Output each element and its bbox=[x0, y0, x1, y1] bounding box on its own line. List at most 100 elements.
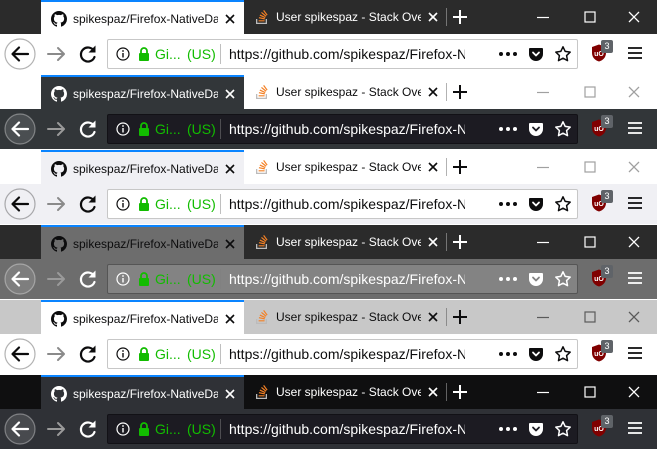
back-button[interactable] bbox=[4, 188, 36, 220]
page-actions-icon[interactable] bbox=[497, 422, 519, 436]
bookmark-star-icon[interactable] bbox=[554, 270, 572, 288]
new-tab-plus-icon[interactable] bbox=[451, 8, 469, 26]
forward-button[interactable] bbox=[42, 414, 72, 444]
pocket-icon[interactable] bbox=[528, 46, 544, 62]
info-icon[interactable] bbox=[116, 122, 130, 136]
new-tab-plus-icon[interactable] bbox=[451, 233, 469, 251]
ublock-extension-button[interactable]: uO 3 bbox=[591, 115, 617, 141]
hamburger-menu-icon[interactable] bbox=[627, 420, 643, 436]
tab-github[interactable]: spikespaz/Firefox-NativeDark bbox=[41, 150, 244, 184]
info-icon[interactable] bbox=[116, 197, 130, 211]
new-tab-plus-icon[interactable] bbox=[451, 308, 469, 326]
minimize-icon[interactable] bbox=[536, 310, 550, 324]
tab-github[interactable]: spikespaz/Firefox-NativeDark bbox=[41, 300, 244, 334]
minimize-icon[interactable] bbox=[536, 85, 550, 99]
tab-stackoverflow[interactable]: User spikespaz - Stack Overflow bbox=[244, 0, 447, 34]
url-bar[interactable]: Gi... (US) https://github.com/spikespaz/… bbox=[107, 39, 578, 69]
page-actions-icon[interactable] bbox=[497, 122, 519, 136]
info-icon[interactable] bbox=[116, 422, 130, 436]
url-bar[interactable]: Gi... (US) https://github.com/spikespaz/… bbox=[107, 414, 578, 444]
maximize-icon[interactable] bbox=[583, 385, 597, 399]
close-icon[interactable] bbox=[222, 311, 238, 327]
new-tab-plus-icon[interactable] bbox=[451, 383, 469, 401]
site-country-label[interactable]: (US) bbox=[187, 196, 216, 212]
page-actions-icon[interactable] bbox=[497, 197, 519, 211]
forward-button[interactable] bbox=[42, 39, 72, 69]
site-identity-label[interactable]: Gi... bbox=[155, 121, 181, 137]
site-country-label[interactable]: (US) bbox=[187, 421, 216, 437]
tab-github[interactable]: spikespaz/Firefox-NativeDark bbox=[41, 225, 244, 259]
hamburger-menu-icon[interactable] bbox=[627, 120, 643, 136]
maximize-icon[interactable] bbox=[583, 85, 597, 99]
url-text[interactable]: https://github.com/spikespaz/Firefox-Nat… bbox=[229, 46, 465, 62]
bookmark-star-icon[interactable] bbox=[554, 45, 572, 63]
lock-icon[interactable] bbox=[138, 196, 150, 212]
new-tab-plus-icon[interactable] bbox=[451, 158, 469, 176]
url-text[interactable]: https://github.com/spikespaz/Firefox-Nat… bbox=[229, 421, 465, 437]
back-button[interactable] bbox=[4, 413, 36, 445]
close-icon[interactable] bbox=[222, 86, 238, 102]
site-country-label[interactable]: (US) bbox=[187, 46, 216, 62]
bookmark-star-icon[interactable] bbox=[554, 195, 572, 213]
tab-github[interactable]: spikespaz/Firefox-NativeDark bbox=[41, 75, 244, 109]
maximize-icon[interactable] bbox=[583, 235, 597, 249]
site-identity-label[interactable]: Gi... bbox=[155, 421, 181, 437]
site-identity-label[interactable]: Gi... bbox=[155, 196, 181, 212]
forward-button[interactable] bbox=[42, 189, 72, 219]
url-text[interactable]: https://github.com/spikespaz/Firefox-Nat… bbox=[229, 271, 465, 287]
info-icon[interactable] bbox=[116, 47, 130, 61]
close-icon[interactable] bbox=[425, 384, 441, 400]
reload-button[interactable] bbox=[73, 414, 103, 444]
lock-icon[interactable] bbox=[138, 421, 150, 437]
close-icon[interactable] bbox=[222, 236, 238, 252]
ublock-extension-button[interactable]: uO 3 bbox=[591, 190, 617, 216]
minimize-icon[interactable] bbox=[536, 385, 550, 399]
lock-icon[interactable] bbox=[138, 46, 150, 62]
info-icon[interactable] bbox=[116, 272, 130, 286]
pocket-icon[interactable] bbox=[528, 196, 544, 212]
bookmark-star-icon[interactable] bbox=[554, 345, 572, 363]
maximize-icon[interactable] bbox=[583, 160, 597, 174]
info-icon[interactable] bbox=[116, 347, 130, 361]
maximize-icon[interactable] bbox=[583, 310, 597, 324]
url-bar[interactable]: Gi... (US) https://github.com/spikespaz/… bbox=[107, 339, 578, 369]
minimize-icon[interactable] bbox=[536, 235, 550, 249]
site-country-label[interactable]: (US) bbox=[187, 346, 216, 362]
minimize-icon[interactable] bbox=[536, 10, 550, 24]
page-actions-icon[interactable] bbox=[497, 347, 519, 361]
hamburger-menu-icon[interactable] bbox=[627, 270, 643, 286]
window-close-icon[interactable] bbox=[627, 160, 641, 174]
lock-icon[interactable] bbox=[138, 271, 150, 287]
site-country-label[interactable]: (US) bbox=[187, 121, 216, 137]
url-text[interactable]: https://github.com/spikespaz/Firefox-Nat… bbox=[229, 121, 465, 137]
close-icon[interactable] bbox=[222, 161, 238, 177]
back-button[interactable] bbox=[4, 338, 36, 370]
hamburger-menu-icon[interactable] bbox=[627, 45, 643, 61]
hamburger-menu-icon[interactable] bbox=[627, 195, 643, 211]
reload-button[interactable] bbox=[73, 114, 103, 144]
url-text[interactable]: https://github.com/spikespaz/Firefox-Nat… bbox=[229, 196, 465, 212]
window-close-icon[interactable] bbox=[627, 85, 641, 99]
reload-button[interactable] bbox=[73, 39, 103, 69]
back-button[interactable] bbox=[4, 38, 36, 70]
tab-stackoverflow[interactable]: User spikespaz - Stack Overflow bbox=[244, 225, 447, 259]
back-button[interactable] bbox=[4, 263, 36, 295]
url-bar[interactable]: Gi... (US) https://github.com/spikespaz/… bbox=[107, 189, 578, 219]
back-button[interactable] bbox=[4, 113, 36, 145]
tab-stackoverflow[interactable]: User spikespaz - Stack Overflow bbox=[244, 75, 447, 109]
tab-stackoverflow[interactable]: User spikespaz - Stack Overflow bbox=[244, 150, 447, 184]
pocket-icon[interactable] bbox=[528, 346, 544, 362]
ublock-extension-button[interactable]: uO 3 bbox=[591, 415, 617, 441]
window-close-icon[interactable] bbox=[627, 310, 641, 324]
close-icon[interactable] bbox=[222, 11, 238, 27]
window-close-icon[interactable] bbox=[627, 10, 641, 24]
tab-github[interactable]: spikespaz/Firefox-NativeDark bbox=[41, 375, 244, 409]
close-icon[interactable] bbox=[425, 9, 441, 25]
bookmark-star-icon[interactable] bbox=[554, 120, 572, 138]
close-icon[interactable] bbox=[425, 159, 441, 175]
pocket-icon[interactable] bbox=[528, 121, 544, 137]
hamburger-menu-icon[interactable] bbox=[627, 345, 643, 361]
page-actions-icon[interactable] bbox=[497, 47, 519, 61]
close-icon[interactable] bbox=[425, 234, 441, 250]
lock-icon[interactable] bbox=[138, 121, 150, 137]
